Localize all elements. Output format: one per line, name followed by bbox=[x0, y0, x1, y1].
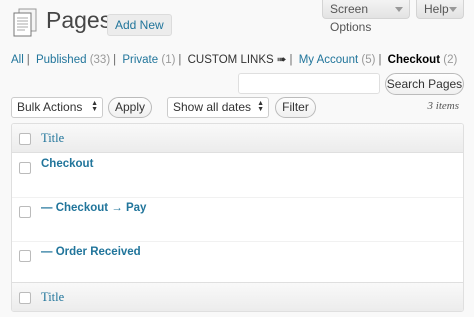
row-checkbox[interactable] bbox=[19, 206, 31, 218]
view-checkout[interactable]: Checkout bbox=[388, 54, 440, 66]
row-title-link[interactable]: Checkout bbox=[41, 158, 93, 170]
column-title-header[interactable]: Title bbox=[41, 131, 64, 146]
help-tab[interactable]: Help bbox=[416, 0, 464, 19]
apply-button[interactable]: Apply bbox=[108, 97, 152, 118]
row-title-link[interactable]: — Checkout → Pay bbox=[41, 202, 146, 214]
pages-icon bbox=[12, 8, 38, 38]
search-pages-button[interactable]: Search Pages bbox=[385, 73, 464, 95]
items-count: 3 items bbox=[427, 100, 459, 112]
screen-options-label: Screen Options bbox=[330, 2, 372, 34]
chevron-down-icon bbox=[449, 7, 457, 12]
select-all-checkbox[interactable] bbox=[19, 133, 31, 145]
view-published[interactable]: Published (33) bbox=[36, 54, 110, 66]
help-label: Help bbox=[424, 2, 449, 16]
dates-label: Show all dates bbox=[173, 100, 252, 114]
table-footer: Title bbox=[12, 282, 463, 311]
row-checkbox[interactable] bbox=[19, 250, 31, 262]
view-count: (5) bbox=[361, 54, 376, 66]
view-count: (1) bbox=[161, 54, 176, 66]
views-list: All | Published (33) | Private (1) | CUSTOM… bbox=[11, 54, 458, 66]
view-my-account[interactable]: My Account (5) bbox=[299, 54, 376, 66]
row-title-link[interactable]: — Order Received bbox=[41, 246, 141, 258]
screen-options-tab[interactable]: Screen Options bbox=[322, 0, 410, 34]
bulk-actions-label: Bulk Actions bbox=[17, 100, 83, 114]
table-row: — Order Received bbox=[12, 241, 463, 285]
add-new-button[interactable]: Add New bbox=[107, 14, 172, 36]
view-custom-links[interactable]: CUSTOM LINKS ➠ bbox=[188, 54, 287, 66]
view-count: (33) bbox=[89, 54, 111, 66]
view-count: (2) bbox=[443, 54, 458, 66]
row-checkbox[interactable] bbox=[19, 162, 31, 174]
select-arrows-icon: ▲ ▼ bbox=[91, 100, 98, 113]
page-title: Pages bbox=[46, 7, 112, 33]
table-row: Checkout bbox=[12, 153, 463, 198]
view-private[interactable]: Private (1) bbox=[122, 54, 175, 66]
view-all[interactable]: All bbox=[11, 54, 24, 66]
bulk-actions-select[interactable]: Bulk Actions ▲ ▼ bbox=[11, 97, 103, 118]
select-arrows-icon: ▲ ▼ bbox=[257, 100, 264, 113]
table-header: Title bbox=[12, 124, 463, 153]
search-input[interactable] bbox=[238, 73, 380, 94]
filter-button[interactable]: Filter bbox=[275, 97, 316, 118]
pages-table: Title Checkout — Checkout → Pay — Order … bbox=[11, 123, 464, 312]
select-all-checkbox[interactable] bbox=[19, 292, 31, 304]
table-row: — Checkout → Pay bbox=[12, 197, 463, 242]
dates-select[interactable]: Show all dates ▲ ▼ bbox=[167, 97, 269, 118]
column-title-footer[interactable]: Title bbox=[41, 290, 64, 305]
chevron-down-icon bbox=[395, 7, 403, 12]
